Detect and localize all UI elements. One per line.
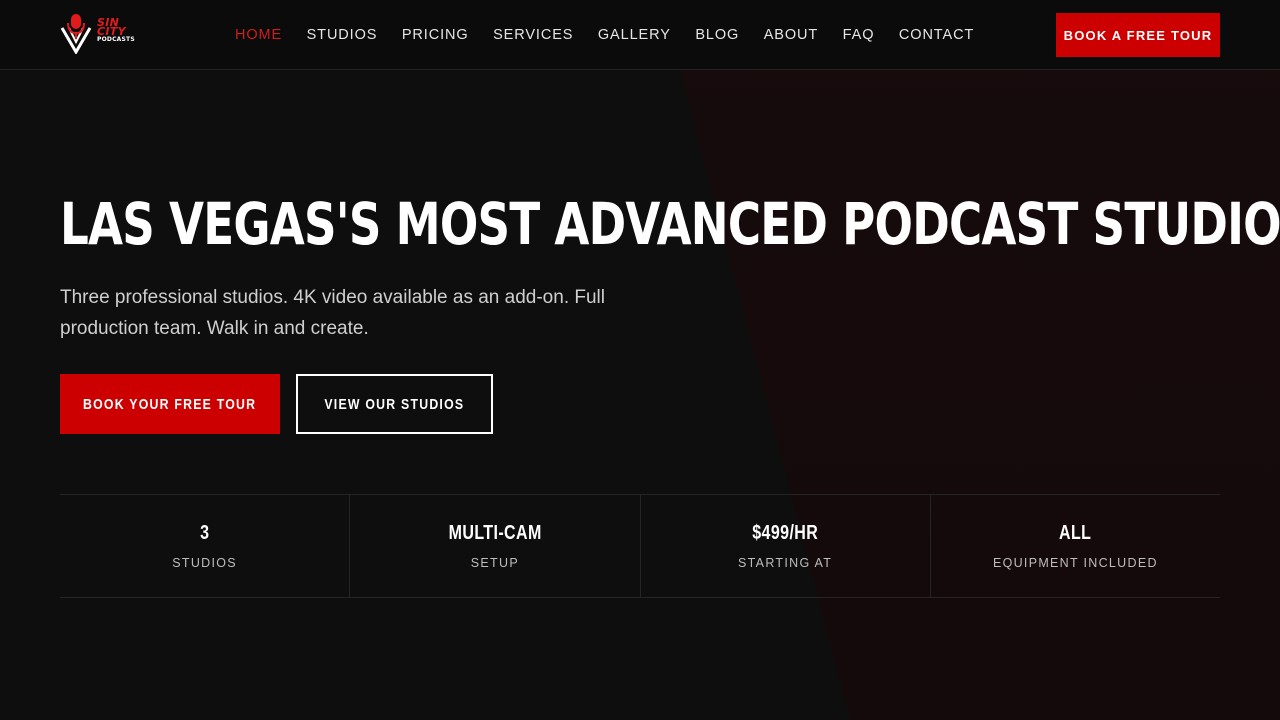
microphone-v-icon — [60, 14, 92, 55]
logo[interactable]: SIN CITY PODCASTS — [60, 12, 138, 55]
view-studios-button[interactable]: VIEW OUR STUDIOS — [296, 374, 493, 434]
nav-blog[interactable]: BLOG — [695, 27, 739, 43]
nav-gallery[interactable]: GALLERY — [598, 27, 671, 43]
stats-bar: 3 STUDIOS MULTI-CAM SETUP $499/HR STARTI… — [60, 494, 1220, 598]
nav-contact[interactable]: CONTACT — [899, 27, 974, 43]
hero-subtitle: Three professional studios. 4K video ava… — [60, 287, 605, 339]
nav-home[interactable]: HOME — [235, 27, 282, 43]
logo-wordmark: SIN CITY PODCASTS — [97, 17, 135, 44]
logo-line-3: PODCASTS — [97, 36, 135, 43]
hero-background-diagonal — [680, 70, 1280, 720]
stat-equipment: ALL EQUIPMENT INCLUDED — [931, 495, 1220, 597]
stat-value: $499/HR — [752, 522, 819, 544]
hero-title: LAS VEGAS'S MOST ADVANCED PODCAST STUDIO — [60, 190, 1280, 258]
stat-studios: 3 STUDIOS — [60, 495, 351, 597]
nav-about[interactable]: ABOUT — [764, 27, 818, 43]
page: SIN CITY PODCASTS HOME STUDIOS PRICING S… — [0, 0, 1280, 720]
stat-label: EQUIPMENT INCLUDED — [992, 556, 1158, 570]
stat-label: STARTING AT — [738, 556, 833, 570]
stat-value: ALL — [1059, 522, 1092, 544]
book-free-tour-label: BOOK YOUR FREE TOUR — [83, 395, 257, 413]
nav-pricing[interactable]: PRICING — [402, 27, 469, 43]
main-menu: HOME STUDIOS PRICING SERVICES GALLERY BL… — [235, 0, 999, 70]
nav-studios[interactable]: STUDIOS — [307, 27, 378, 43]
stat-setup: MULTI-CAM SETUP — [350, 495, 641, 597]
stat-label: STUDIOS — [172, 556, 237, 570]
book-tour-nav-button[interactable]: BOOK A FREE TOUR — [1056, 13, 1220, 57]
book-free-tour-button[interactable]: BOOK YOUR FREE TOUR — [60, 374, 280, 434]
nav-services[interactable]: SERVICES — [493, 27, 573, 43]
top-navigation: SIN CITY PODCASTS HOME STUDIOS PRICING S… — [0, 0, 1280, 70]
nav-faq[interactable]: FAQ — [843, 27, 875, 43]
view-studios-label: VIEW OUR STUDIOS — [324, 395, 465, 413]
stat-value: MULTI-CAM — [448, 522, 542, 544]
stat-value: 3 — [199, 522, 210, 544]
stat-label: SETUP — [470, 556, 519, 570]
stat-price: $499/HR STARTING AT — [641, 495, 931, 597]
